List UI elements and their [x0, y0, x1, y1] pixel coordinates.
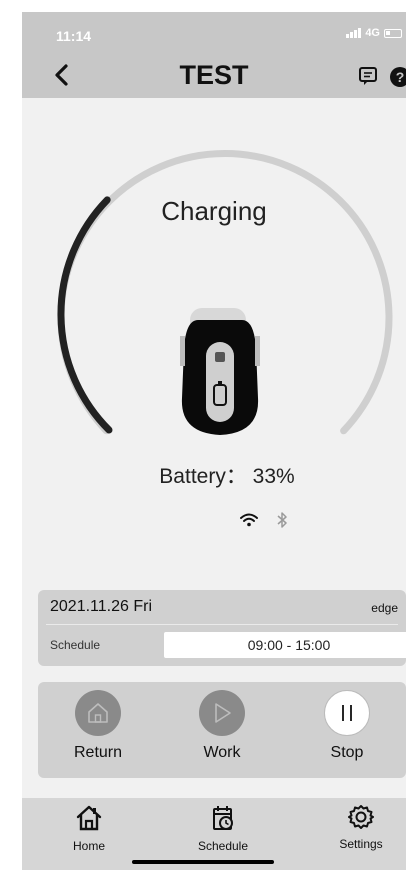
network-type: 4G — [365, 27, 380, 39]
status-bar: 11:14 4G — [22, 12, 406, 54]
device-status-panel: Charging Battery： 33% 2021.11.26 Fri edg… — [22, 98, 406, 790]
battery-level: Battery： 33% — [159, 465, 295, 488]
return-label: Return — [73, 744, 123, 761]
work-button[interactable]: Work — [182, 690, 262, 762]
schedule-label: Schedule — [50, 638, 101, 652]
page-title: TEST — [179, 60, 249, 90]
frame-top — [0, 0, 406, 12]
tab-home-label: Home — [72, 839, 105, 853]
work-circle — [199, 690, 245, 736]
tab-settings[interactable]: Settings — [316, 804, 406, 851]
home-icon — [76, 805, 102, 831]
battery-icon — [384, 28, 402, 38]
mowing-mode: edge — [371, 601, 398, 615]
schedule-card[interactable]: 2021.11.26 Fri edge Schedule 09:00 - 15:… — [38, 590, 406, 666]
nav-bar: TEST ? — [22, 54, 406, 98]
tab-home[interactable]: Home — [44, 804, 134, 853]
play-icon — [215, 703, 231, 723]
stop-button[interactable]: Stop — [307, 690, 387, 762]
gauge-fill — [57, 196, 113, 434]
tab-schedule-label: Schedule — [197, 839, 249, 853]
control-panel: Return Work Stop — [38, 682, 406, 778]
mower-icon — [180, 308, 260, 435]
wifi-icon — [240, 513, 258, 527]
battery-gauge — [57, 150, 393, 435]
pause-icon — [342, 705, 352, 721]
bluetooth-icon — [277, 512, 287, 528]
gear-icon — [348, 805, 374, 829]
status-indicators: 4G — [346, 27, 402, 39]
tab-settings-label: Settings — [339, 837, 383, 851]
return-circle — [75, 690, 121, 736]
divider — [46, 624, 398, 625]
frame-left — [0, 0, 22, 870]
charging-status: Charging — [161, 196, 267, 226]
help-icon[interactable]: ? — [390, 67, 406, 87]
schedule-date: 2021.11.26 Fri — [50, 598, 152, 615]
status-time: 11:14 — [56, 28, 92, 44]
stop-label: Stop — [330, 744, 364, 761]
schedule-time-range[interactable]: 09:00 - 15:00 — [164, 632, 406, 658]
connection-icons — [240, 512, 288, 528]
signal-icon — [346, 28, 362, 38]
home-indicator — [132, 860, 274, 864]
home-icon — [88, 703, 108, 723]
calendar-clock-icon — [213, 806, 233, 830]
stop-circle — [324, 690, 370, 736]
app-screen: 11:14 4G TEST ? Charging Battery： 33% 20… — [0, 0, 406, 870]
tab-schedule[interactable]: Schedule — [178, 804, 268, 853]
return-button[interactable]: Return — [58, 690, 138, 762]
message-icon[interactable] — [358, 66, 378, 86]
work-label: Work — [203, 744, 241, 761]
